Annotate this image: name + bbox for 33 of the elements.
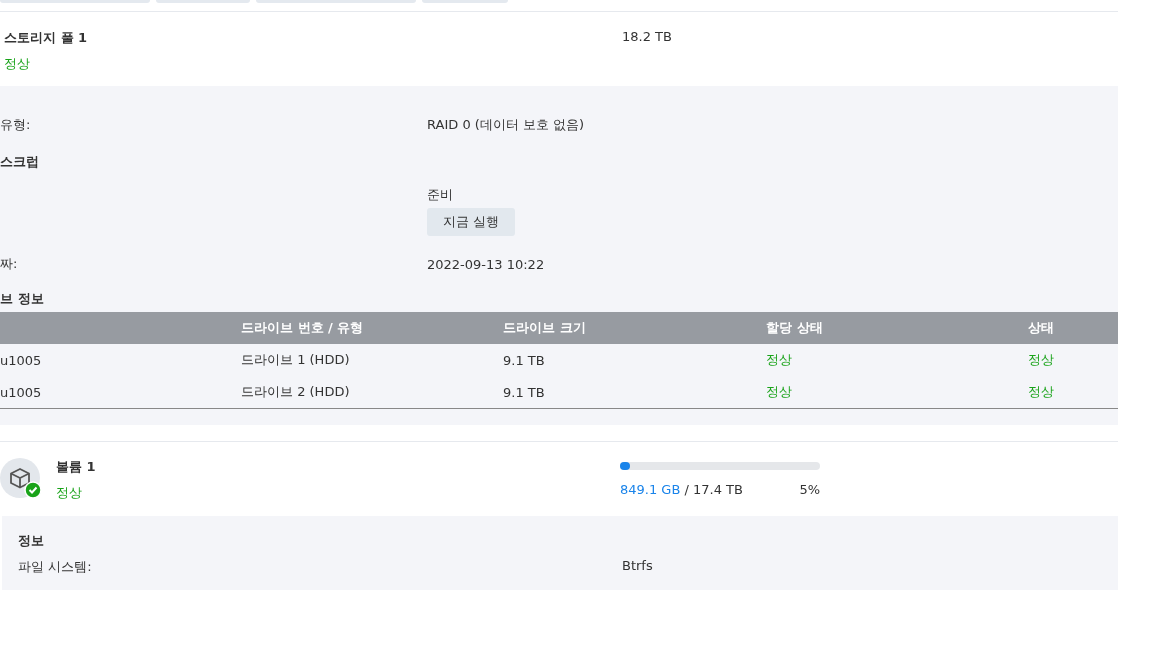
- pool-status: 정상: [4, 55, 31, 73]
- column-header: 드라이브 번호 / 유형: [241, 312, 503, 344]
- column-header: 상태: [1028, 312, 1118, 344]
- table-cell-text: 정상: [766, 351, 793, 369]
- pool-name: 스토리지 풀 1: [4, 29, 89, 47]
- table-cell: 9.1 TB: [503, 376, 766, 409]
- volume-cube-icon: [0, 458, 42, 500]
- volume-status: 정상: [56, 484, 83, 502]
- column-header: 드라이브 크기: [503, 312, 766, 344]
- section-heading: 정보: [18, 532, 45, 550]
- usage-text: 849.1 GB / 17.4 TB: [620, 482, 743, 497]
- section-heading: 브 정보: [0, 290, 45, 308]
- field-label: 짜:: [0, 255, 19, 273]
- table-cell: 정상: [1028, 376, 1118, 409]
- field-label: 유형:: [0, 116, 32, 134]
- table-cell: 드라이브 2 (HDD): [241, 376, 503, 409]
- field-value: Btrfs: [622, 558, 654, 575]
- table-cell: u1005: [0, 376, 241, 409]
- run-now-button[interactable]: 지금 실행: [427, 208, 516, 236]
- volume-name: 볼륨 1: [56, 458, 97, 476]
- section-heading: 스크럽: [0, 153, 40, 171]
- table-cell: 정상: [766, 376, 1028, 409]
- scrub-status: 준비: [427, 186, 454, 204]
- table-cell-text: u1005: [0, 351, 43, 370]
- table-cell-text: 드라이브 1 (HDD): [241, 351, 351, 369]
- pool-capacity: 18.2 TB: [622, 29, 673, 46]
- column-header: 할당 상태: [766, 312, 1028, 344]
- field-value: 2022-09-13 10:22: [427, 256, 546, 272]
- field-value: RAID 0 (데이터 보호 없음): [427, 116, 586, 134]
- field-label: 파일 시스템:: [18, 558, 93, 576]
- table-cell-text: 정상: [1028, 351, 1055, 369]
- table-cell-text: 9.1 TB: [503, 351, 546, 370]
- usage-percent: 5%: [799, 482, 820, 497]
